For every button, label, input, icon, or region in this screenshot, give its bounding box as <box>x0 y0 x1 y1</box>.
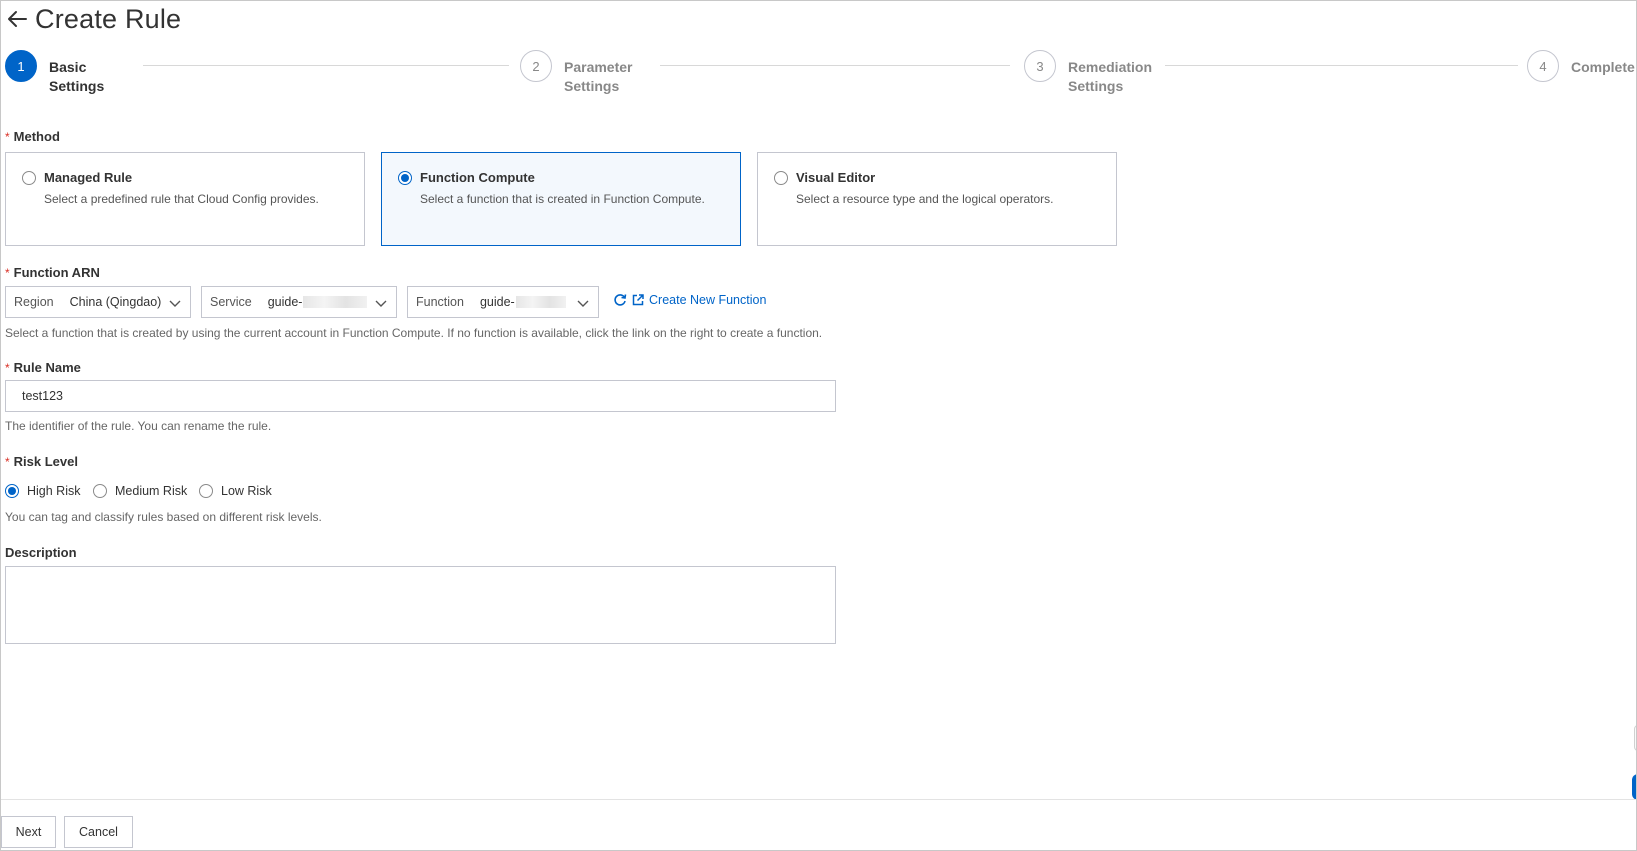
create-rule-page: Create Rule 1 Basic Settings 2 Parameter… <box>0 0 1637 851</box>
rule-name-label: * Rule Name <box>5 360 81 375</box>
risk-medium-option[interactable]: Medium Risk <box>93 484 187 498</box>
footer-bar: Next Cancel <box>1 799 1636 850</box>
radio-button[interactable] <box>22 171 36 185</box>
rule-name-value: test123 <box>22 389 64 403</box>
cancel-button[interactable]: Cancel <box>64 816 133 848</box>
step-label: Complete <box>1571 59 1635 75</box>
step-indicator: 1 Basic Settings 2 Parameter Settings 3 … <box>5 50 1636 110</box>
step-number: 1 <box>5 50 37 82</box>
page-title: Create Rule <box>35 3 182 34</box>
radio-button[interactable] <box>398 171 412 185</box>
risk-low-option[interactable]: Low Risk <box>199 484 272 498</box>
step-connector <box>1165 65 1518 66</box>
function-arn-label: * Function ARN <box>5 265 100 280</box>
radio-button[interactable] <box>199 484 213 498</box>
risk-high-option[interactable]: High Risk <box>5 484 81 498</box>
back-arrow-icon[interactable] <box>5 7 29 31</box>
function-arn-help: Select a function that is created by usi… <box>5 326 823 340</box>
refresh-icon[interactable] <box>613 293 627 307</box>
radio-button[interactable] <box>93 484 107 498</box>
create-new-function-link[interactable]: Create New Function <box>649 293 766 307</box>
help-float-button[interactable] <box>1632 774 1636 800</box>
radio-button[interactable] <box>774 171 788 185</box>
step-parameter-settings: 2 Parameter Settings <box>520 50 644 96</box>
select-value: guide- <box>267 295 303 309</box>
external-link-icon <box>632 294 644 306</box>
redacted-text <box>303 296 368 308</box>
risk-level-label: * Risk Level <box>5 454 78 469</box>
chevron-down-icon <box>375 300 387 307</box>
create-new-function-row: Create New Function <box>613 293 766 307</box>
step-label: Parameter Settings <box>564 59 633 94</box>
step-number: 2 <box>520 50 552 82</box>
risk-level-help: You can tag and classify rules based on … <box>5 510 322 524</box>
rule-name-input[interactable]: test123 <box>5 380 836 412</box>
step-label: Basic Settings <box>49 59 105 94</box>
description-textarea[interactable] <box>5 566 836 644</box>
chevron-down-icon <box>169 300 181 307</box>
select-value: guide- <box>479 295 515 309</box>
step-connector <box>660 65 1010 66</box>
redacted-text <box>515 296 566 308</box>
card-title: Function Compute <box>420 170 535 185</box>
step-number: 4 <box>1527 50 1559 82</box>
required-marker: * <box>5 361 10 375</box>
step-complete: 4 Complete <box>1527 50 1636 82</box>
step-connector <box>143 65 509 66</box>
method-label: * Method <box>5 129 60 144</box>
next-button[interactable]: Next <box>1 816 56 848</box>
required-marker: * <box>5 455 10 469</box>
region-select[interactable]: Region China (Qingdao) <box>5 286 191 318</box>
card-description: Select a predefined rule that Cloud Conf… <box>44 192 319 206</box>
service-select[interactable]: Service guide- <box>201 286 397 318</box>
radio-button[interactable] <box>5 484 19 498</box>
step-number: 3 <box>1024 50 1056 82</box>
radio-label: Medium Risk <box>115 484 188 498</box>
rule-name-help: The identifier of the rule. You can rena… <box>5 419 272 433</box>
select-label: Service <box>210 295 252 309</box>
select-label: Region <box>14 295 54 309</box>
method-card-managed-rule[interactable]: Managed Rule Select a predefined rule th… <box>5 152 365 246</box>
card-description: Select a function that is created in Fun… <box>420 192 705 206</box>
radio-label: Low Risk <box>221 484 272 498</box>
description-label: Description <box>5 545 77 560</box>
page-header: Create Rule <box>5 1 181 37</box>
chevron-down-icon <box>577 300 589 307</box>
step-label: Remediation Settings <box>1068 59 1153 94</box>
select-value: China (Qingdao) <box>69 295 162 309</box>
step-remediation-settings: 3 Remediation Settings <box>1024 50 1178 96</box>
function-select[interactable]: Function guide- <box>407 286 599 318</box>
card-title: Visual Editor <box>796 170 876 185</box>
select-label: Function <box>416 295 464 309</box>
card-title: Managed Rule <box>44 170 133 185</box>
card-description: Select a resource type and the logical o… <box>796 192 1054 206</box>
step-basic-settings: 1 Basic Settings <box>5 50 129 96</box>
method-card-visual-editor[interactable]: Visual Editor Select a resource type and… <box>757 152 1117 246</box>
required-marker: * <box>5 130 10 144</box>
radio-label: High Risk <box>27 484 81 498</box>
method-card-function-compute[interactable]: Function Compute Select a function that … <box>381 152 741 246</box>
required-marker: * <box>5 266 10 280</box>
